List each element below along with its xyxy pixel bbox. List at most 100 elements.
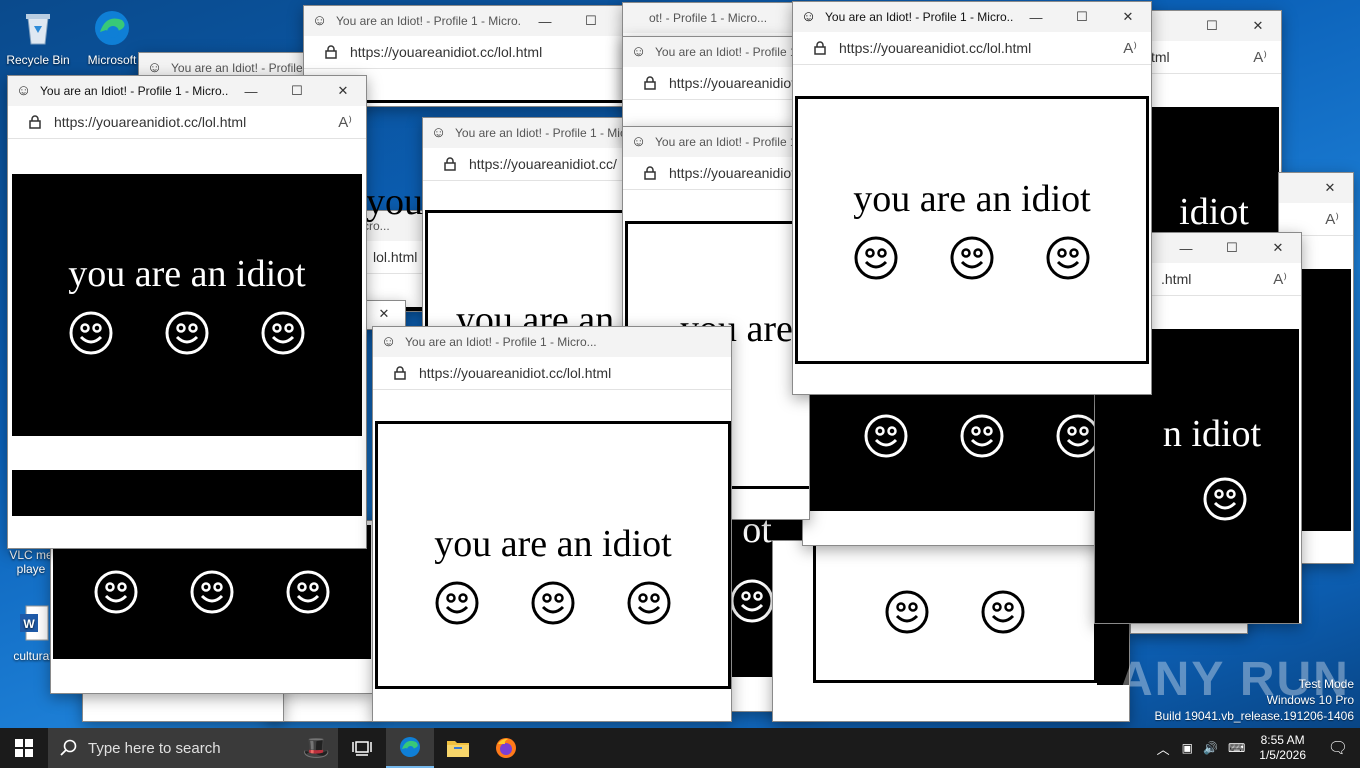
ime-icon[interactable]: ⌨ xyxy=(1228,741,1245,755)
task-view-button[interactable] xyxy=(338,728,386,768)
url-text[interactable]: https://youareanidiot.cc/lol.html xyxy=(350,44,660,60)
clock[interactable]: 8:55 AM 1/5/2026 xyxy=(1259,733,1306,763)
browser-window-center-left[interactable]: ☺ You are an Idiot! - Profile 1 - Mic ht… xyxy=(422,117,634,359)
window-title: You are an Idiot! - Profile 1 xyxy=(655,45,797,59)
recycle-bin-shortcut[interactable]: Recycle Bin xyxy=(2,8,74,67)
smiley-icon xyxy=(435,581,479,625)
lock-icon xyxy=(325,45,337,59)
minimize-button[interactable]: — xyxy=(228,76,274,106)
start-button[interactable] xyxy=(0,728,48,768)
smiley-icon xyxy=(165,311,209,355)
volume-icon[interactable]: 🔊 xyxy=(1203,741,1218,755)
read-aloud-icon[interactable]: A⁾ xyxy=(1253,48,1267,66)
read-aloud-icon[interactable]: A⁾ xyxy=(1123,39,1137,57)
taskbar-file-explorer-button[interactable] xyxy=(434,728,482,768)
close-button[interactable]: ✕ xyxy=(1307,173,1353,203)
taskbar-search-box[interactable]: Type here to search 🎩 xyxy=(48,728,338,768)
url-text[interactable]: https://youareanidiot.cc/lol.html xyxy=(669,75,803,91)
url-text[interactable]: tml xyxy=(1151,49,1253,65)
idiot-panel: you are an idiot xyxy=(375,421,731,689)
title-bar[interactable]: ✕ xyxy=(1279,173,1353,203)
idiot-message: you are an idiot xyxy=(434,523,672,565)
title-bar[interactable]: ☺ You are an Idiot! - Profile 1 xyxy=(623,37,803,67)
smiley-favicon-icon: ☺ xyxy=(631,43,647,60)
idiot-message-fragment: you xyxy=(366,181,423,223)
url-text[interactable]: https://youareanidiot.cc/lol.html xyxy=(669,165,809,181)
recycle-bin-icon xyxy=(26,14,50,45)
taskbar-edge-button[interactable] xyxy=(386,728,434,768)
close-button[interactable]: ✕ xyxy=(1105,2,1151,32)
title-bar[interactable]: ☺ You are an Idiot! - Profile 1 - Mic xyxy=(423,118,633,148)
task-view-icon xyxy=(352,741,372,756)
maximize-button[interactable]: ☐ xyxy=(1189,11,1235,41)
notifications-icon[interactable]: 🗨 xyxy=(1316,738,1360,758)
title-bar[interactable]: ☐ ✕ xyxy=(1149,11,1281,41)
url-text[interactable]: https://youareanidiot.cc/lol.html xyxy=(54,114,338,130)
title-bar[interactable]: ☺ You are an Idiot! - Profile 1 - Micro.… xyxy=(793,2,1151,32)
idiot-message-fragment: n idiot xyxy=(1162,413,1262,455)
title-bar[interactable]: ☺ You are an Idiot! - Profile 1 - Micro.… xyxy=(304,6,660,36)
window-title: You are an Idiot! - Profile 1 xyxy=(171,61,309,75)
close-button[interactable]: ✕ xyxy=(361,301,405,329)
network-device-icon[interactable]: ▣ xyxy=(1182,741,1193,755)
window-title: You are an Idiot! - Profile 1 - Micro... xyxy=(336,14,522,28)
close-button[interactable]: ✕ xyxy=(1255,233,1301,263)
url-text[interactable]: https://youareanidiot.cc/lol.html xyxy=(419,365,731,381)
browser-window-top-left[interactable]: ☺ You are an Idiot! - Profile 1 - Micro.… xyxy=(7,75,367,549)
system-tray: ︿ ▣ 🔊 ⌨ 8:55 AM 1/5/2026 🗨 xyxy=(1157,728,1360,768)
minimize-button[interactable]: — xyxy=(1163,233,1209,263)
address-bar[interactable]: https://youareanidiot.cc/lol.html xyxy=(623,157,809,190)
read-aloud-icon[interactable]: A⁾ xyxy=(338,113,352,131)
chevron-up-icon[interactable]: ︿ xyxy=(1157,739,1170,758)
smiley-row xyxy=(864,414,1100,458)
title-bar[interactable]: ot! - Profile 1 - Micro... xyxy=(623,3,803,33)
smiley-row xyxy=(885,590,1025,634)
close-button[interactable]: ✕ xyxy=(320,76,366,106)
taskbar-firefox-button[interactable] xyxy=(482,728,530,768)
address-bar[interactable]: lol.html xyxy=(361,241,431,274)
window-title: You are an Idiot! - Profile 1 - Micro... xyxy=(405,335,597,349)
browser-window-bottom-center[interactable]: ☺ You are an Idiot! - Profile 1 - Micro.… xyxy=(372,326,732,722)
maximize-button[interactable]: ☐ xyxy=(568,6,614,36)
address-bar[interactable]: https://youareanidiot.cc/lol.html xyxy=(373,357,731,390)
title-bar[interactable]: ☺ You are an Idiot! - Profile 1 - Micro.… xyxy=(8,76,366,106)
smiley-icon xyxy=(531,581,575,625)
smiley-row xyxy=(69,311,305,355)
maximize-button[interactable]: ☐ xyxy=(1059,2,1105,32)
address-bar[interactable]: https://youareanidiot.cc/lol.html A⁾ xyxy=(793,32,1151,65)
url-text[interactable]: .html xyxy=(1161,271,1273,287)
search-placeholder: Type here to search xyxy=(88,739,221,757)
maximize-button[interactable]: ☐ xyxy=(1209,233,1255,263)
panel-strip xyxy=(12,470,362,516)
minimize-button[interactable]: — xyxy=(1013,2,1059,32)
clock-time: 8:55 AM xyxy=(1260,733,1305,747)
address-bar[interactable]: https://youareanidiot.cc/lol.html A⁾ xyxy=(8,106,366,139)
smiley-icon xyxy=(730,579,774,623)
url-text[interactable]: https://youareanidiot.cc/ xyxy=(469,156,633,172)
browser-window-stack-7[interactable]: ☺ You are an Idiot! - Profile 1 https://… xyxy=(622,36,804,138)
address-bar[interactable]: https://youareanidiot.cc/lol.html xyxy=(623,67,803,100)
panel-edge xyxy=(354,100,660,103)
smiley-icon xyxy=(854,236,898,280)
read-aloud-icon[interactable]: A⁾ xyxy=(1325,210,1339,228)
windows-edition-label: Windows 10 Pro xyxy=(1266,693,1354,707)
minimize-button[interactable]: — xyxy=(522,6,568,36)
address-bar[interactable]: https://youareanidiot.cc/ xyxy=(423,148,633,181)
test-mode-label: Test Mode xyxy=(1298,677,1354,691)
browser-window-top-right[interactable]: ☐ ✕ tml A⁾ idiot xyxy=(1148,10,1282,242)
lock-icon xyxy=(814,41,826,55)
clock-date: 1/5/2026 xyxy=(1259,748,1306,762)
title-bar[interactable]: ☺ You are an Idiot! - Profile 1 xyxy=(623,127,809,157)
smiley-favicon-icon: ☺ xyxy=(312,12,328,29)
browser-window-bottom-right[interactable] xyxy=(772,540,1130,722)
close-button[interactable]: ✕ xyxy=(1235,11,1281,41)
read-aloud-icon[interactable]: A⁾ xyxy=(1273,270,1287,288)
lock-icon xyxy=(394,366,406,380)
address-bar[interactable]: https://youareanidiot.cc/lol.html xyxy=(304,36,660,69)
maximize-button[interactable]: ☐ xyxy=(274,76,320,106)
url-text[interactable]: https://youareanidiot.cc/lol.html xyxy=(839,40,1123,56)
smiley-icon xyxy=(1046,236,1090,280)
title-bar[interactable]: ☺ You are an Idiot! - Profile 1 - Micro.… xyxy=(373,327,731,357)
address-bar[interactable]: tml A⁾ xyxy=(1149,41,1281,74)
browser-window-active[interactable]: ☺ You are an Idiot! - Profile 1 - Micro.… xyxy=(792,1,1152,395)
